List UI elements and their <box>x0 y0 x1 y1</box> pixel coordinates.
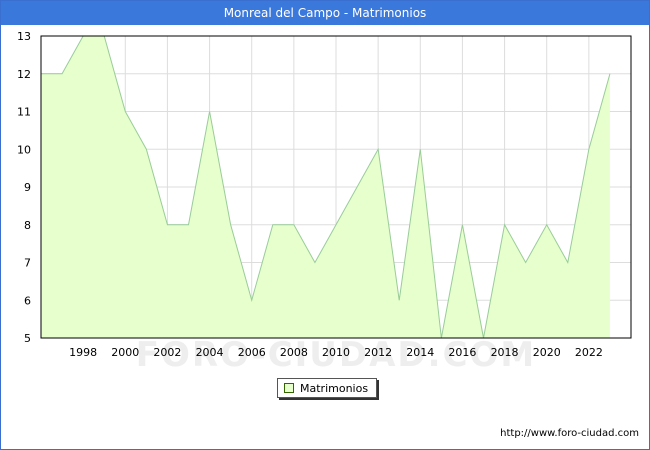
y-tick-label: 8 <box>24 219 31 232</box>
legend-swatch <box>284 383 294 393</box>
x-tick-label: 2022 <box>575 346 603 359</box>
y-tick-label: 7 <box>24 257 31 270</box>
y-tick-label: 6 <box>24 294 31 307</box>
x-tick-label: 2014 <box>406 346 434 359</box>
y-tick-label: 5 <box>24 332 31 345</box>
x-tick-label: 2006 <box>238 346 266 359</box>
source-url[interactable]: http://www.foro-ciudad.com <box>500 428 639 439</box>
y-tick-label: 12 <box>17 68 31 81</box>
x-tick-label: 2018 <box>491 346 519 359</box>
x-tick-label: 2004 <box>196 346 224 359</box>
x-tick-label: 2010 <box>322 346 350 359</box>
legend: Matrimonios <box>277 378 378 398</box>
chart-window: Monreal del Campo - Matrimonios FORO-CIU… <box>0 0 650 450</box>
x-tick-label: 2008 <box>280 346 308 359</box>
y-tick-label: 13 <box>17 30 31 43</box>
y-axis-ticks: 5 6 7 8 9 10 11 12 13 <box>17 30 31 345</box>
x-tick-label: 2002 <box>153 346 181 359</box>
y-tick-label: 9 <box>24 181 31 194</box>
y-tick-label: 11 <box>17 106 31 119</box>
x-tick-label: 1998 <box>69 346 97 359</box>
x-tick-label: 2020 <box>533 346 561 359</box>
x-tick-label: 2016 <box>448 346 476 359</box>
x-tick-label: 2012 <box>364 346 392 359</box>
y-tick-label: 10 <box>17 143 31 156</box>
legend-label: Matrimonios <box>300 381 369 395</box>
x-tick-label: 2000 <box>111 346 139 359</box>
